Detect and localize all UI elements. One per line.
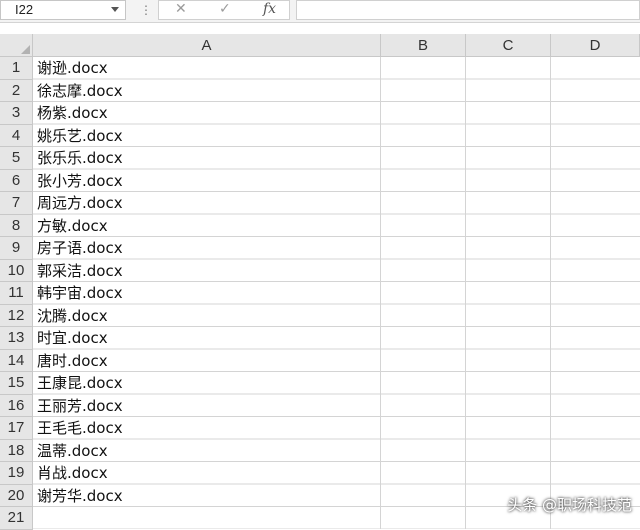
- row-header[interactable]: 13: [0, 327, 33, 350]
- row-header[interactable]: 10: [0, 259, 33, 282]
- cell-a[interactable]: 杨紫.docx: [37, 102, 108, 125]
- row-header[interactable]: 14: [0, 349, 33, 372]
- row-header[interactable]: 8: [0, 214, 33, 237]
- check-icon[interactable]: ✓: [219, 1, 231, 17]
- row-header[interactable]: 3: [0, 102, 33, 125]
- column-header-d[interactable]: D: [551, 34, 640, 57]
- watermark: 头条 @职场科技范: [507, 496, 632, 514]
- cell-a[interactable]: 方敏.docx: [37, 215, 108, 238]
- close-icon[interactable]: ✕: [175, 1, 187, 17]
- formula-bar: I22 ⋮ ✕ ✓ fx: [0, 0, 640, 23]
- cell-a[interactable]: 张小芳.docx: [37, 170, 123, 193]
- select-all-icon: [21, 45, 30, 54]
- cell-a[interactable]: 郭采洁.docx: [37, 260, 123, 283]
- row-header[interactable]: 20: [0, 484, 33, 507]
- cell-a[interactable]: 谢逊.docx: [37, 57, 108, 80]
- row-header[interactable]: 7: [0, 192, 33, 215]
- name-box-value[interactable]: I22: [15, 1, 33, 19]
- chevron-down-icon[interactable]: [111, 7, 119, 12]
- column-header-b[interactable]: B: [381, 34, 466, 57]
- cell-a[interactable]: 王丽芳.docx: [37, 395, 123, 418]
- cell-a[interactable]: 姚乐艺.docx: [37, 125, 123, 148]
- row-header[interactable]: 11: [0, 282, 33, 305]
- formula-input[interactable]: [296, 0, 640, 20]
- row-header[interactable]: 6: [0, 169, 33, 192]
- cell-a[interactable]: 温蒂.docx: [37, 440, 108, 463]
- row-header[interactable]: 1: [0, 57, 33, 80]
- row-header[interactable]: 9: [0, 237, 33, 260]
- cell-a[interactable]: 徐志摩.docx: [37, 80, 123, 103]
- row-header[interactable]: 19: [0, 462, 33, 485]
- cell-a[interactable]: 时宜.docx: [37, 327, 108, 350]
- row-header[interactable]: 21: [0, 507, 33, 530]
- cell-a[interactable]: 谢芳华.docx: [37, 485, 123, 508]
- cell-a[interactable]: 沈腾.docx: [37, 305, 108, 328]
- cell-a[interactable]: 唐时.docx: [37, 350, 108, 373]
- cell-a[interactable]: 韩宇宙.docx: [37, 282, 123, 305]
- cell-a[interactable]: 周远方.docx: [37, 192, 123, 215]
- column-header-a[interactable]: A: [33, 34, 381, 57]
- function-icon[interactable]: fx: [263, 0, 276, 18]
- cell-a[interactable]: 张乐乐.docx: [37, 147, 123, 170]
- cell-a[interactable]: 王康昆.docx: [37, 372, 123, 395]
- cell-a[interactable]: 房子语.docx: [37, 237, 123, 260]
- column-header-c[interactable]: C: [466, 34, 551, 57]
- row-header[interactable]: 15: [0, 372, 33, 395]
- cell-a[interactable]: 王毛毛.docx: [37, 417, 123, 440]
- row-header[interactable]: 2: [0, 79, 33, 102]
- more-vertical-icon[interactable]: ⋮: [140, 3, 152, 17]
- cell-a[interactable]: 肖战.docx: [37, 462, 108, 485]
- name-box[interactable]: I22: [0, 0, 126, 20]
- row-header[interactable]: 4: [0, 124, 33, 147]
- row-header[interactable]: 12: [0, 304, 33, 327]
- select-all-button[interactable]: [0, 34, 33, 57]
- row-header[interactable]: 16: [0, 394, 33, 417]
- row-header[interactable]: 17: [0, 417, 33, 440]
- cell-grid[interactable]: [33, 57, 640, 529]
- row-header[interactable]: 18: [0, 439, 33, 462]
- formula-tools: ✕ ✓ fx: [158, 0, 290, 20]
- row-header[interactable]: 5: [0, 147, 33, 170]
